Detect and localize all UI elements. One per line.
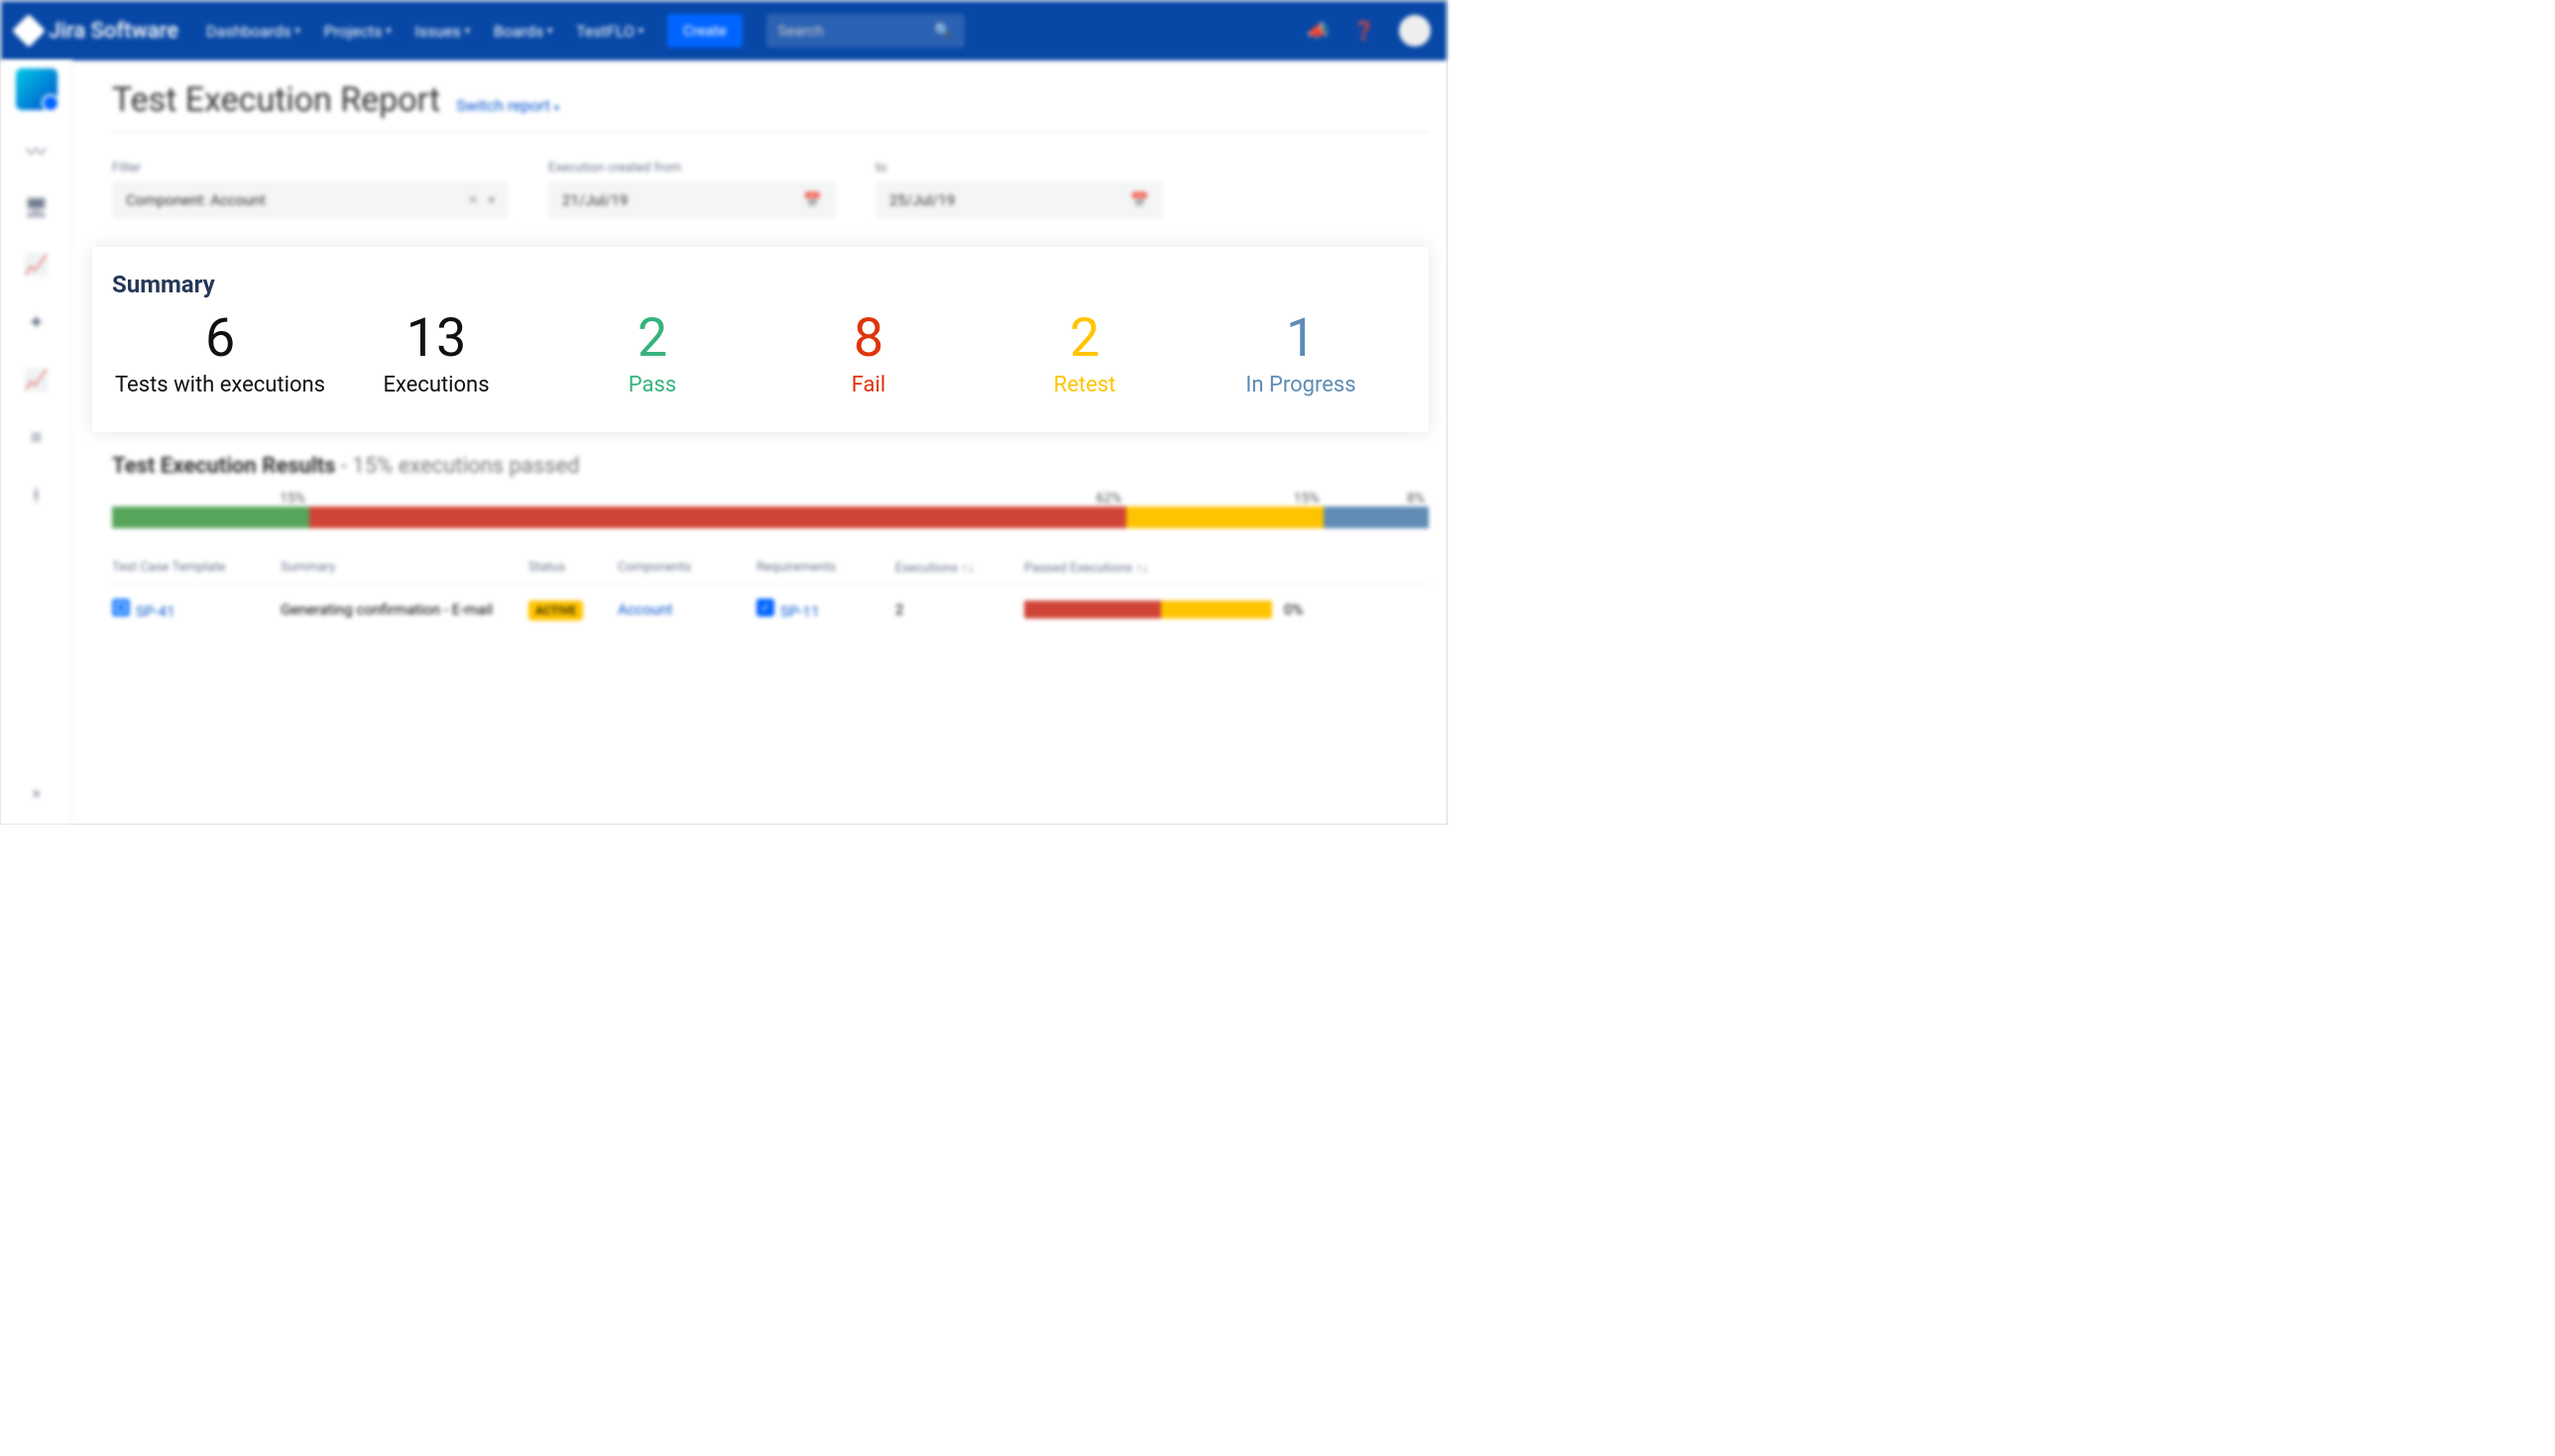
filter-select[interactable]: Component: Account ✕▾ bbox=[112, 181, 509, 219]
chevron-down-icon: ▾ bbox=[295, 26, 300, 37]
from-label: Execution created from bbox=[548, 161, 836, 175]
metric-label: Retest bbox=[1054, 372, 1116, 400]
results-table: Test Case Template Summary Status Compon… bbox=[112, 560, 1429, 634]
brand[interactable]: Jira Software bbox=[17, 19, 178, 44]
metric-label: Pass bbox=[629, 372, 676, 400]
metric-value: 2 bbox=[638, 312, 667, 366]
results-bar bbox=[112, 506, 1429, 528]
clear-icon[interactable]: ✕ bbox=[468, 193, 479, 208]
help-icon[interactable]: ❓ bbox=[1353, 21, 1375, 42]
bar-segment bbox=[309, 506, 1125, 528]
chevron-down-icon: ▾ bbox=[488, 193, 495, 208]
calendar-icon: 📅 bbox=[1130, 191, 1149, 209]
bar-segment bbox=[112, 506, 309, 528]
requirement-link[interactable]: SP-11 bbox=[756, 603, 819, 620]
list-icon[interactable]: ≡ bbox=[19, 419, 55, 455]
collapse-icon[interactable]: » bbox=[32, 783, 40, 804]
th-status[interactable]: Status bbox=[528, 560, 618, 576]
summary-title: Summary bbox=[112, 271, 1409, 298]
passed-pct: 0% bbox=[1284, 601, 1303, 618]
row-executions: 2 bbox=[895, 601, 1024, 618]
activity-icon[interactable]: 〰 bbox=[19, 132, 55, 168]
top-nav: Jira Software Dashboards▾ Projects▾ Issu… bbox=[1, 1, 1447, 60]
tct-link[interactable]: SP-41 bbox=[112, 603, 174, 620]
nav-dashboards[interactable]: Dashboards▾ bbox=[206, 22, 300, 41]
row-summary: Generating confirmation - E-mail bbox=[281, 601, 528, 618]
mini-bar-segment bbox=[1024, 601, 1161, 618]
status-badge: ACTIVE bbox=[528, 601, 583, 620]
summary-metric: 2 Retest bbox=[977, 312, 1193, 400]
jira-logo-icon bbox=[12, 14, 46, 48]
chart-icon[interactable]: 📈 bbox=[19, 247, 55, 282]
bar-segment-label: 8% bbox=[1324, 491, 1429, 506]
to-label: to bbox=[875, 161, 1163, 175]
switch-report-link[interactable]: Switch report ▾ bbox=[456, 96, 559, 115]
summary-metric: 8 Fail bbox=[760, 312, 977, 400]
component-link[interactable]: Account bbox=[618, 601, 673, 618]
metric-value: 13 bbox=[406, 312, 467, 366]
chevron-down-icon: ▾ bbox=[465, 26, 470, 37]
metric-value: 1 bbox=[1286, 312, 1316, 366]
metric-value: 8 bbox=[854, 312, 883, 366]
th-requirements[interactable]: Requirements bbox=[756, 560, 895, 576]
brand-text: Jira Software bbox=[49, 19, 178, 44]
chevron-down-icon: ▾ bbox=[554, 103, 559, 114]
metric-label: Fail bbox=[852, 372, 885, 400]
filters-row: Filter Component: Account ✕▾ Execution c… bbox=[112, 161, 1429, 219]
calendar-icon: 📅 bbox=[803, 191, 822, 209]
bar-segment-label: 15% bbox=[112, 491, 309, 506]
bar-segment bbox=[1126, 506, 1324, 528]
metric-value: 2 bbox=[1070, 312, 1100, 366]
avatar[interactable] bbox=[1399, 15, 1431, 47]
bar-segment-label: 15% bbox=[1126, 491, 1324, 506]
passed-mini-bar bbox=[1024, 601, 1272, 618]
addon-icon[interactable]: ✦ bbox=[19, 304, 55, 340]
summary-metric: 13 Executions bbox=[328, 312, 544, 400]
chevron-down-icon: ▾ bbox=[639, 26, 643, 37]
results-block: Test Execution Results - 15% executions … bbox=[112, 454, 1429, 634]
metric-label: In Progress bbox=[1245, 372, 1355, 400]
summary-metric: 2 Pass bbox=[544, 312, 760, 400]
create-button[interactable]: Create bbox=[667, 14, 743, 48]
requirement-icon bbox=[756, 599, 774, 616]
main-content: Test Execution Report Switch report ▾ Fi… bbox=[72, 60, 1447, 824]
chart2-icon[interactable]: 📈 bbox=[19, 362, 55, 397]
date-to-input[interactable]: 25/Jul/19 📅 bbox=[875, 181, 1163, 219]
summary-card: Summary 6 Tests with executions13 Execut… bbox=[92, 247, 1429, 432]
search-input[interactable]: Search 🔍 bbox=[766, 14, 965, 48]
nav-testflo[interactable]: TestFLO▾ bbox=[576, 22, 643, 41]
date-from-input[interactable]: 21/Jul/19 📅 bbox=[548, 181, 836, 219]
th-summary[interactable]: Summary bbox=[281, 560, 528, 576]
nav-items: Dashboards▾ Projects▾ Issues▾ Boards▾ Te… bbox=[206, 22, 643, 41]
th-tct[interactable]: Test Case Template bbox=[112, 560, 281, 576]
mini-bar-segment bbox=[1161, 601, 1273, 618]
th-passed[interactable]: Passed Executions ↑↓ bbox=[1024, 560, 1429, 576]
nav-projects[interactable]: Projects▾ bbox=[324, 22, 392, 41]
tree-icon[interactable]: ᚼ bbox=[19, 477, 55, 512]
search-icon: 🔍 bbox=[934, 22, 953, 40]
metric-value: 6 bbox=[205, 312, 235, 366]
results-title: Test Execution Results - 15% executions … bbox=[112, 454, 1429, 479]
project-icon[interactable] bbox=[16, 68, 58, 110]
monitor-icon[interactable]: 🖥 bbox=[19, 189, 55, 225]
nav-boards[interactable]: Boards▾ bbox=[494, 22, 552, 41]
metric-label: Tests with executions bbox=[115, 372, 325, 400]
chevron-down-icon: ▾ bbox=[386, 26, 391, 37]
page-title: Test Execution Report bbox=[112, 80, 440, 120]
nav-issues[interactable]: Issues▾ bbox=[414, 22, 469, 41]
table-row: SP-41 Generating confirmation - E-mail A… bbox=[112, 585, 1429, 634]
bar-segment-label: 62% bbox=[309, 491, 1125, 506]
summary-metric: 6 Tests with executions bbox=[112, 312, 328, 400]
sidebar: 〰 🖥 📈 ✦ 📈 ≡ ᚼ » bbox=[1, 60, 72, 824]
search-placeholder: Search bbox=[778, 22, 824, 40]
summary-metric: 1 In Progress bbox=[1193, 312, 1409, 400]
bar-segment bbox=[1324, 506, 1429, 528]
th-executions[interactable]: Executions ↑↓ bbox=[895, 560, 1024, 576]
metric-label: Executions bbox=[383, 372, 489, 400]
filter-label: Filter bbox=[112, 161, 509, 175]
th-components[interactable]: Components bbox=[618, 560, 756, 576]
chevron-down-icon: ▾ bbox=[547, 26, 552, 37]
feedback-icon[interactable]: 📣 bbox=[1307, 21, 1329, 42]
testcase-icon bbox=[112, 599, 130, 616]
